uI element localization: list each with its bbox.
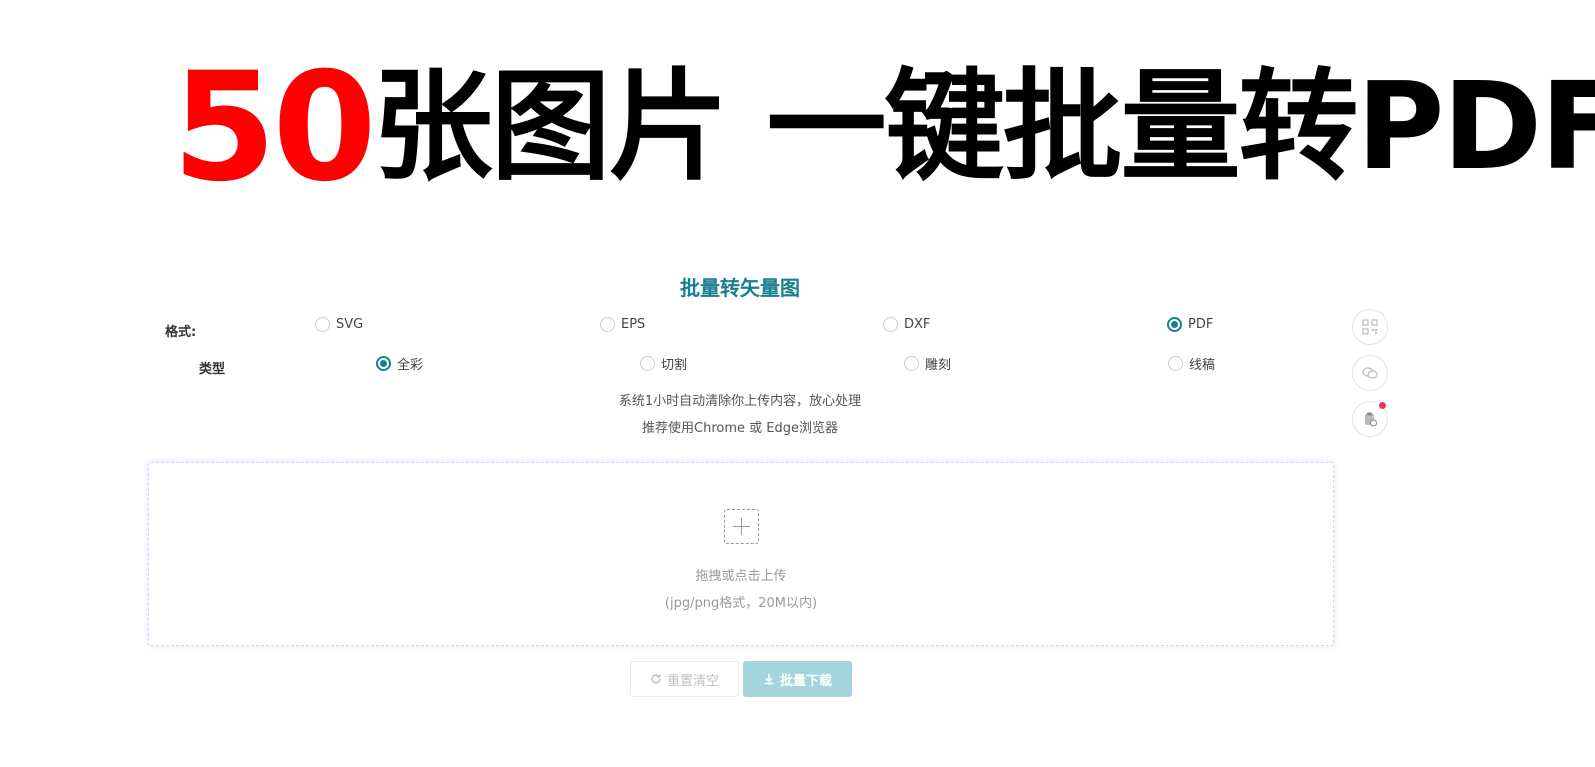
qrcode-button[interactable]: [1352, 309, 1388, 345]
type-option-label: 全彩: [397, 358, 424, 373]
radio-circle[interactable]: [315, 317, 330, 332]
tool-title: 批量转矢量图: [680, 276, 800, 300]
format-option-pdf[interactable]: PDF: [1167, 317, 1213, 332]
type-label: 类型: [199, 362, 226, 377]
format-option-label: PDF: [1188, 317, 1214, 332]
type-row: 类型 全彩 切割 雕刻 线稿: [0, 354, 1330, 378]
type-option-full-color[interactable]: 全彩: [376, 354, 423, 373]
browser-note: 推荐使用Chrome 或 Edge浏览器: [642, 421, 838, 436]
clipboard-icon: [1365, 412, 1377, 427]
batch-download-button[interactable]: 批量下载: [743, 661, 852, 697]
format-option-label: DXF: [904, 317, 931, 332]
radio-circle[interactable]: [640, 356, 655, 371]
promo-banner: 50 张图片 一键批量转PDF: [172, 48, 1595, 208]
reset-button[interactable]: 重置清空: [630, 661, 739, 697]
radio-circle[interactable]: [904, 356, 919, 371]
radio-circle[interactable]: [376, 356, 391, 371]
format-option-label: SVG: [336, 317, 364, 332]
upload-main-text: 拖拽或点击上传: [695, 569, 787, 584]
radio-circle[interactable]: [600, 317, 615, 332]
notification-badge: [1379, 402, 1386, 409]
page: 50 张图片 一键批量转PDF 批量转矢量图 格式: SVG EPS DXF P…: [0, 0, 1595, 767]
refresh-icon: [651, 674, 661, 684]
privacy-note: 系统1小时自动清除你上传内容，放心处理: [618, 394, 862, 409]
download-label: 批量下载: [779, 673, 832, 689]
format-label: 格式:: [165, 325, 197, 340]
banner-number: 50: [172, 41, 377, 215]
clipboard-button[interactable]: [1352, 401, 1388, 437]
banner-text: 张图片 一键批量转PDF: [372, 58, 1595, 197]
format-option-label: EPS: [621, 317, 646, 332]
format-row: 格式: SVG EPS DXF PDF: [0, 317, 1330, 341]
upload-dropzone[interactable]: 拖拽或点击上传 (jpg/png格式，20M以内): [148, 462, 1334, 646]
wechat-button[interactable]: [1352, 355, 1388, 391]
plus-icon[interactable]: [724, 509, 759, 544]
wechat-icon: [1362, 367, 1378, 379]
radio-circle[interactable]: [1168, 356, 1183, 371]
reset-label: 重置清空: [666, 673, 719, 689]
type-option-label: 线稿: [1189, 358, 1216, 373]
type-option-cut[interactable]: 切割: [640, 354, 687, 373]
type-option-label: 雕刻: [925, 358, 952, 373]
format-option-svg[interactable]: SVG: [315, 317, 363, 332]
radio-circle[interactable]: [1167, 317, 1182, 332]
type-option-label: 切割: [661, 358, 688, 373]
type-option-line-art[interactable]: 线稿: [1168, 354, 1215, 373]
type-option-engrave[interactable]: 雕刻: [904, 354, 951, 373]
format-option-eps[interactable]: EPS: [600, 317, 645, 332]
upload-sub-text: (jpg/png格式，20M以内): [664, 596, 818, 611]
format-option-dxf[interactable]: DXF: [883, 317, 930, 332]
download-icon: [764, 674, 774, 685]
qrcode-icon: [1362, 319, 1378, 335]
radio-circle[interactable]: [883, 317, 898, 332]
